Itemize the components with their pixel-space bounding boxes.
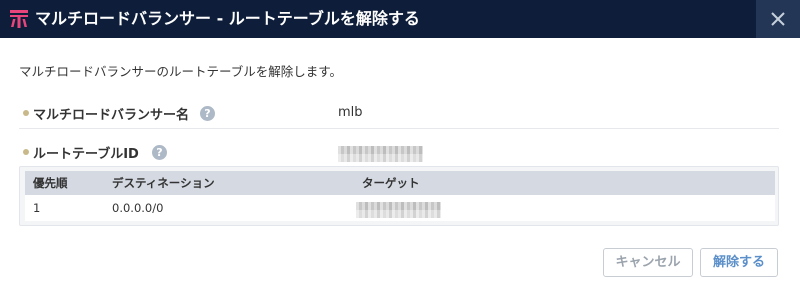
help-icon[interactable]: ? [152,145,167,160]
route-table-id-value-redacted [338,146,423,162]
bullet-icon [23,149,29,155]
mlb-name-label: マルチロードバランサー名 [33,108,190,123]
priority-cell: 1 [33,201,41,215]
mlb-name-value: mlb [338,105,363,120]
route-table-id-label: ルートテーブルID [33,147,139,162]
table-header: 優先順 デスティネーション ターゲット [25,171,775,195]
release-button[interactable]: 解除する [700,248,778,277]
column-header-destination: デスティネーション [112,176,215,190]
dialog-titlebar: マルチロードバランサー - ルートテーブルを解除する [0,0,800,38]
dialog-description: マルチロードバランサーのルートテーブルを解除します。 [19,64,343,79]
cancel-button[interactable]: キャンセル [603,248,693,277]
bullet-icon [23,110,29,116]
help-icon[interactable]: ? [200,106,215,121]
column-header-priority: 優先順 [33,176,68,190]
column-header-target: ターゲット [362,176,420,190]
nifcloud-logo-icon [9,8,29,30]
target-cell-redacted [356,202,441,218]
close-button[interactable] [756,0,800,38]
dialog-title: マルチロードバランサー - ルートテーブルを解除する [35,9,420,28]
destination-cell: 0.0.0.0/0 [112,201,164,215]
release-route-table-dialog: マルチロードバランサー - ルートテーブルを解除する マルチロードバランサーのル… [0,0,800,303]
close-icon [771,12,785,26]
field-mlb-name: マルチロードバランサー名 ? mlb [19,99,779,129]
